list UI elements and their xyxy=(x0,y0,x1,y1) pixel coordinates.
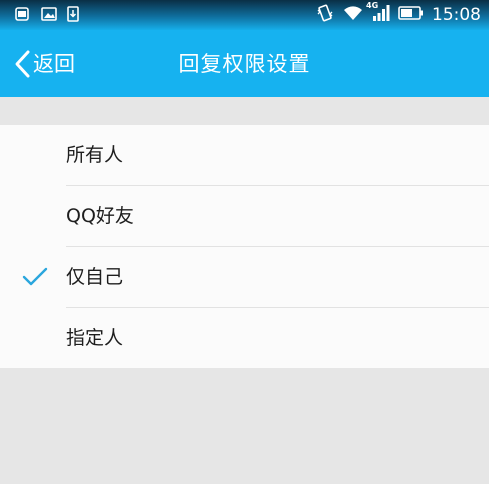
status-right-icons: 4G 15:08 xyxy=(316,1,481,27)
option-label: 指定人 xyxy=(66,327,124,349)
option-only-me[interactable]: 仅自己 xyxy=(0,247,489,308)
vibrate-icon xyxy=(316,4,334,27)
signal-icon: 4G xyxy=(366,1,390,27)
checkmark-icon xyxy=(22,266,48,292)
battery-icon xyxy=(398,5,424,26)
option-specified-people[interactable]: 指定人 xyxy=(0,308,489,368)
wifi-icon xyxy=(342,4,364,27)
download-icon xyxy=(67,6,81,22)
section-spacer xyxy=(0,97,489,125)
status-bar: 4G 15:08 xyxy=(0,0,489,30)
permission-options-list: 所有人 QQ好友 仅自己 指定人 xyxy=(0,125,489,368)
option-label: 所有人 xyxy=(66,144,124,166)
status-left-icons xyxy=(15,6,81,22)
option-qq-friends[interactable]: QQ好友 xyxy=(0,186,489,247)
page-title: 回复权限设置 xyxy=(178,52,311,76)
network-type-label: 4G xyxy=(366,0,379,10)
option-label: QQ好友 xyxy=(66,205,134,227)
notification-icon xyxy=(15,6,29,22)
image-icon xyxy=(41,6,57,22)
empty-area xyxy=(0,368,489,484)
title-bar: 返回 回复权限设置 xyxy=(0,30,489,97)
option-everyone[interactable]: 所有人 xyxy=(0,125,489,186)
status-time: 15:08 xyxy=(432,5,481,25)
option-label: 仅自己 xyxy=(66,266,124,288)
